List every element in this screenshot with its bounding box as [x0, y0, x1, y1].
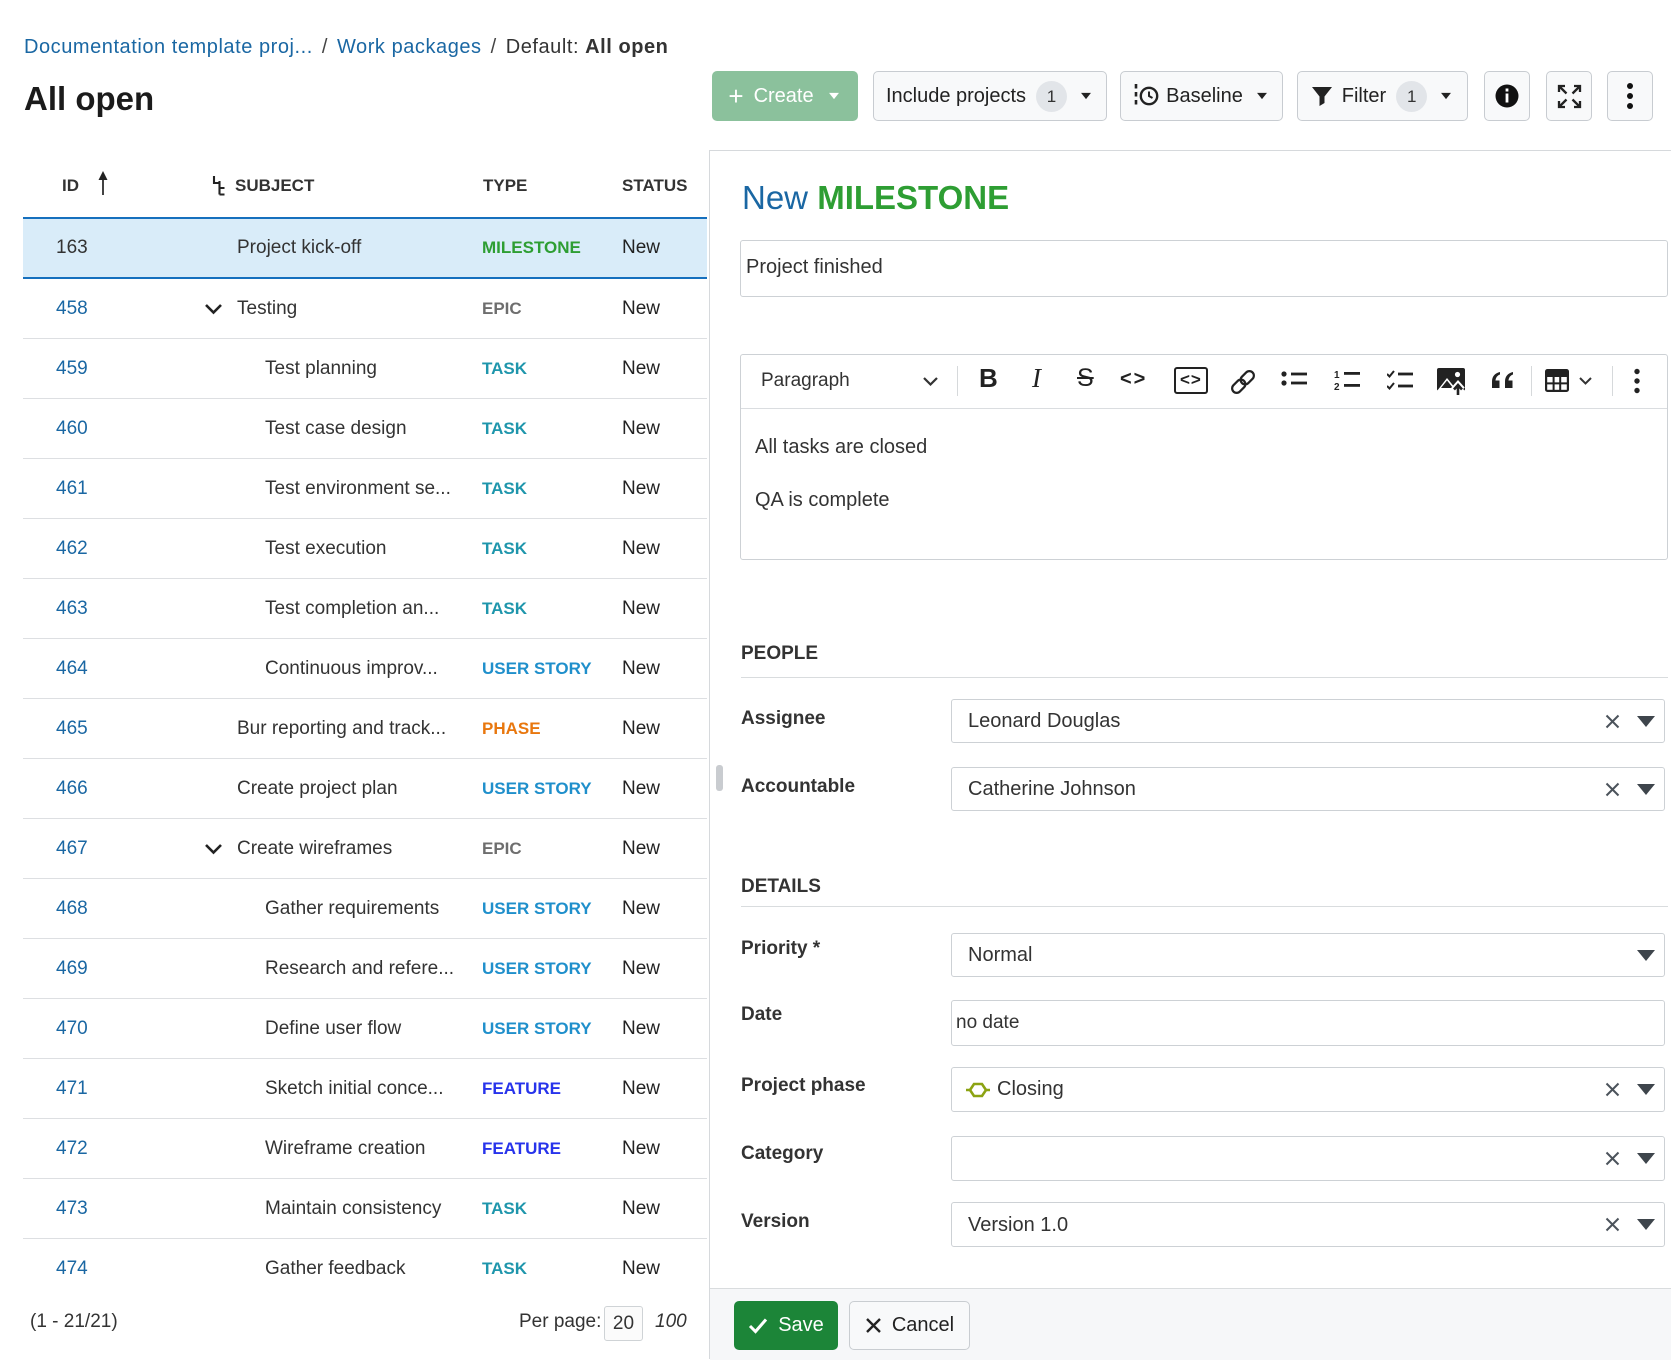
svg-text:2: 2 — [1334, 382, 1340, 393]
svg-text:1: 1 — [1334, 370, 1340, 381]
